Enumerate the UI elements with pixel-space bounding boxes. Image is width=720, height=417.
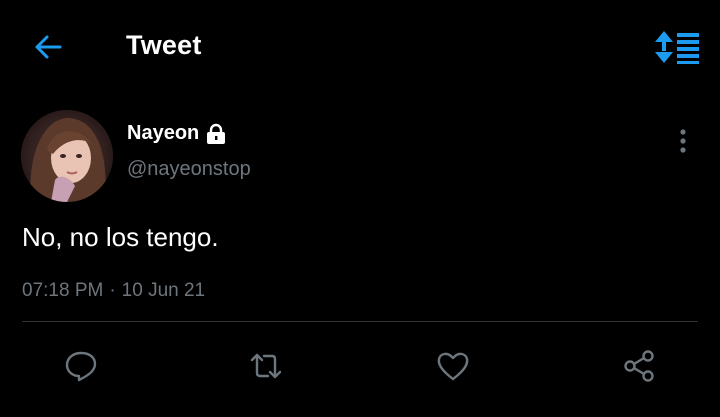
more-options-button[interactable] (670, 126, 696, 156)
tweet-actions-bar (0, 340, 720, 392)
profile-photo (21, 110, 113, 202)
page-title: Tweet (126, 30, 202, 60)
tweet-time: 07:18 PM (22, 280, 104, 301)
sort-button[interactable] (652, 28, 702, 66)
more-vertical-icon (680, 129, 686, 153)
retweet-icon (250, 353, 282, 379)
tweet-date: 10 Jun 21 (121, 280, 206, 301)
share-button[interactable] (619, 346, 659, 386)
tweet-text: No, no los tengo. (22, 222, 219, 252)
arrow-left-icon (35, 35, 62, 59)
author-handle[interactable]: @nayeonstop (127, 158, 251, 181)
tweet-timestamp[interactable]: 07:18 PM · 10 Jun 21 (22, 280, 205, 302)
meta-separator: · (109, 280, 116, 301)
sort-lines-icon (655, 31, 699, 64)
avatar[interactable] (21, 110, 113, 202)
reply-bubble-icon (65, 351, 97, 382)
reply-button[interactable] (61, 346, 101, 386)
like-button[interactable] (433, 346, 473, 386)
heart-icon (437, 352, 469, 381)
back-button[interactable] (30, 30, 66, 64)
retweet-button[interactable] (246, 346, 286, 386)
lock-icon (205, 123, 227, 145)
author-name-row: Nayeon (127, 122, 227, 145)
divider (22, 321, 698, 322)
share-icon (624, 350, 654, 382)
app-header: Tweet (0, 0, 720, 94)
author-name[interactable]: Nayeon (127, 122, 199, 145)
